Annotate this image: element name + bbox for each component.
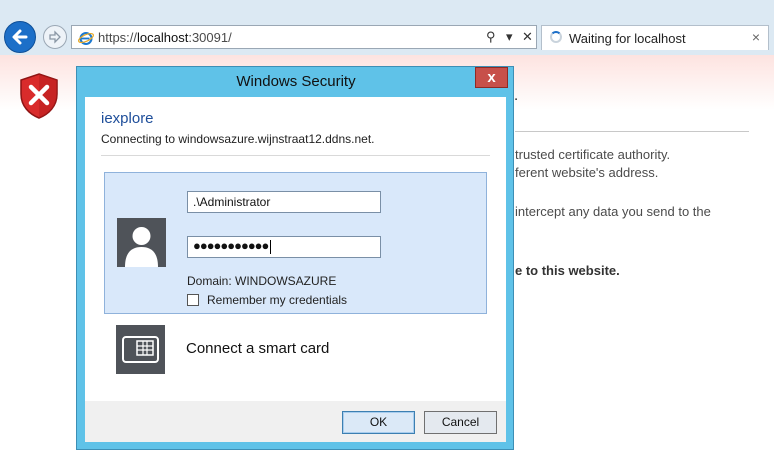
remember-label[interactable]: Remember my credentials — [207, 293, 347, 307]
smart-card-icon — [116, 325, 165, 374]
smart-card-label: Connect a smart card — [186, 340, 330, 357]
password-mask: ●●●●●●●●●●● — [193, 238, 269, 253]
page-bold-text: e to this website. — [515, 263, 620, 278]
dialog-title: Windows Security — [236, 73, 356, 90]
remember-checkbox[interactable] — [187, 294, 199, 306]
user-avatar-icon — [117, 218, 166, 267]
url-rest: :30091/ — [188, 30, 232, 45]
error-shield-icon — [20, 73, 58, 119]
dialog-body: iexplore Connecting to windowsazure.wijn… — [85, 97, 506, 401]
tab-title: Waiting for localhost — [569, 31, 686, 46]
dialog-separator — [101, 155, 490, 156]
text-caret — [270, 239, 272, 254]
page-text-line-2: ferent website's address. — [515, 165, 659, 180]
url-text: https://localhost:30091/ — [98, 30, 232, 45]
stop-icon[interactable]: ✕ — [522, 29, 533, 45]
windows-security-dialog: Windows Security x iexplore Connecting t… — [76, 66, 514, 450]
connecting-text: Connecting to windowsazure.wijnstraat12.… — [101, 132, 375, 146]
page-text-line-3: intercept any data you send to the — [515, 204, 711, 219]
browser-toolbar: https://localhost:30091/ ⚲ ▾ ✕ Waiting f… — [0, 0, 774, 55]
address-bar[interactable]: https://localhost:30091/ ⚲ ▾ ✕ — [71, 25, 537, 49]
app-name: iexplore — [101, 110, 154, 127]
loading-icon — [550, 31, 562, 43]
url-host: localhost — [137, 30, 189, 45]
back-icon — [12, 29, 28, 45]
search-icon[interactable]: ⚲ — [486, 29, 496, 45]
back-button[interactable] — [4, 21, 36, 53]
page-text-line-1: trusted certificate authority. — [515, 147, 671, 162]
dialog-close-button[interactable]: x — [475, 67, 508, 88]
username-field[interactable]: .\Administrator — [187, 191, 381, 213]
cancel-button[interactable]: Cancel — [424, 411, 497, 434]
forward-icon — [49, 30, 61, 44]
domain-label: Domain: WINDOWSAZURE — [187, 274, 337, 288]
url-prefix: https:// — [98, 30, 138, 45]
ok-button[interactable]: OK — [342, 411, 415, 434]
dialog-footer: OK Cancel — [85, 401, 506, 442]
tab-close-button[interactable]: × — [752, 29, 760, 45]
credential-tile[interactable]: .\Administrator ●●●●●●●●●●● Domain: WIND… — [104, 172, 487, 314]
browser-tab[interactable]: Waiting for localhost × — [541, 25, 769, 50]
ie-icon — [78, 32, 94, 45]
forward-button[interactable] — [43, 25, 67, 49]
password-field[interactable]: ●●●●●●●●●●● — [187, 236, 381, 258]
smart-card-option[interactable]: Connect a smart card — [104, 323, 487, 379]
dropdown-icon[interactable]: ▾ — [506, 29, 513, 45]
page-divider — [515, 131, 749, 132]
